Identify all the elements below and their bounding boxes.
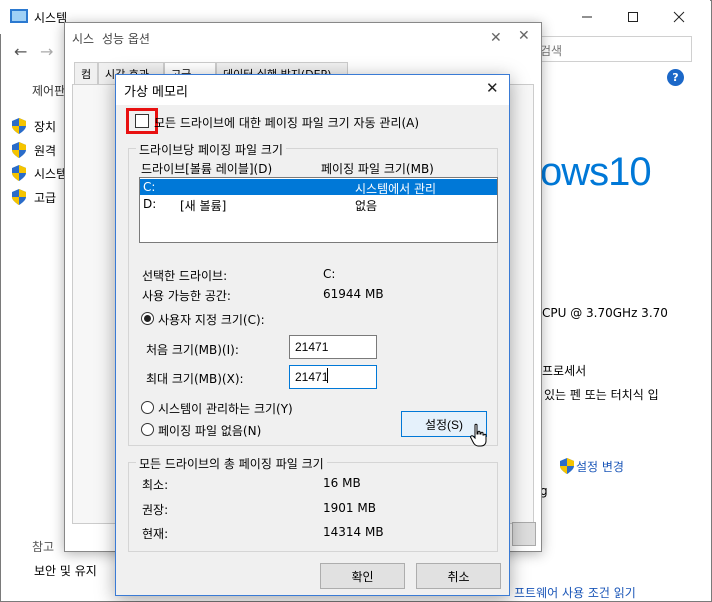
- system-properties-title: 시스: [72, 32, 95, 46]
- min-label: 최소:: [142, 478, 169, 492]
- drive-size: 시스템에서 관리: [355, 182, 437, 196]
- sidebar-item-remote[interactable]: 원격: [34, 142, 56, 159]
- sidebar-security-maintenance[interactable]: 보안 및 유지: [34, 562, 97, 579]
- size-column-header: 페이징 파일 크기(MB): [321, 162, 434, 176]
- system-managed-label: 시스템이 관리하는 크기(Y): [158, 402, 293, 416]
- minimize-icon: [582, 16, 592, 18]
- vm-dialog-title: 가상 메모리: [124, 85, 188, 100]
- minimize-button[interactable]: [564, 4, 610, 30]
- windows10-brand: ows10: [540, 150, 652, 194]
- list-item[interactable]: C: 시스템에서 관리: [140, 179, 497, 196]
- auto-manage-label: 모든 드라이브에 대한 페이징 파일 크기 자동 관리(A): [154, 116, 420, 130]
- license-terms-link[interactable]: 프트웨어 사용 조건 읽기: [514, 584, 636, 601]
- available-space-label: 사용 가능한 공간:: [142, 289, 231, 303]
- min-value: 16 MB: [323, 476, 361, 490]
- close-icon[interactable]: ✕: [490, 30, 502, 46]
- total-paging-group: [128, 462, 498, 552]
- help-icon[interactable]: ?: [667, 69, 684, 86]
- list-item[interactable]: D: [새 볼륨] 없음: [140, 196, 497, 213]
- shield-icon: [560, 458, 574, 474]
- no-paging-radio[interactable]: [141, 423, 154, 436]
- ok-button[interactable]: 확인: [320, 563, 405, 589]
- settings-change-link[interactable]: 설정 변경: [576, 458, 624, 475]
- sidebar-control-panel-home[interactable]: 제어판: [32, 82, 65, 99]
- see-also-label: 참고: [32, 540, 55, 554]
- initial-size-label: 처음 크기(MB)(I):: [146, 343, 239, 357]
- initial-size-input[interactable]: [289, 335, 377, 359]
- shield-icon: [12, 165, 26, 181]
- per-drive-group-title: 드라이브당 페이징 파일 크기: [136, 141, 286, 158]
- drive-label: [새 볼륨]: [180, 199, 227, 213]
- close-icon: [673, 11, 685, 23]
- selected-drive-value: C:: [323, 267, 336, 281]
- maximize-button[interactable]: [610, 4, 656, 30]
- current-label: 현재:: [142, 527, 169, 541]
- custom-size-radio[interactable]: [141, 312, 154, 325]
- recommended-value: 1901 MB: [323, 501, 376, 515]
- total-paging-group-title: 모든 드라이브의 총 페이징 파일 크기: [136, 455, 327, 472]
- back-arrow-icon[interactable]: ←: [14, 42, 27, 61]
- close-window-button[interactable]: [656, 4, 702, 30]
- hand-cursor-icon: [470, 423, 487, 447]
- monitor-icon: [10, 9, 28, 23]
- tab-computer[interactable]: 컴: [74, 62, 98, 84]
- max-size-input[interactable]: [289, 365, 377, 389]
- cancel-button[interactable]: 취소: [416, 563, 501, 589]
- drive-column-header: 드라이브[볼륨 레이블](D): [141, 162, 273, 176]
- forward-arrow-icon[interactable]: →: [40, 42, 53, 61]
- text-caret: [327, 368, 328, 383]
- recommended-label: 권장:: [142, 503, 169, 517]
- search-placeholder: 검색: [540, 44, 563, 58]
- sidebar-item-device[interactable]: 장치: [34, 118, 56, 135]
- pen-touch-info: 있는 펜 또는 터치식 입: [544, 388, 659, 402]
- close-icon[interactable]: ✕: [486, 79, 499, 97]
- shield-icon: [12, 142, 26, 158]
- maximize-icon: [628, 12, 638, 22]
- max-size-label: 최대 크기(MB)(X):: [146, 372, 244, 386]
- close-icon[interactable]: ✕: [518, 28, 530, 44]
- sidebar-item-advanced[interactable]: 고급: [34, 189, 56, 206]
- processor-info: 프로세서: [542, 364, 587, 378]
- perf-window-button[interactable]: [512, 522, 536, 546]
- custom-size-label: 사용자 지정 크기(C):: [158, 313, 265, 327]
- shield-icon: [12, 189, 26, 205]
- cpu-info: CPU @ 3.70GHz 3.70: [542, 306, 668, 320]
- shield-icon: [12, 118, 26, 134]
- current-value: 14314 MB: [323, 525, 384, 539]
- selected-drive-label: 선택한 드라이브:: [142, 269, 228, 283]
- drive-size: 없음: [355, 199, 378, 213]
- system-window-title: 시스템: [34, 11, 68, 25]
- system-managed-radio[interactable]: [141, 401, 154, 414]
- available-space-value: 61944 MB: [323, 287, 384, 301]
- performance-options-title: 성능 옵션: [102, 32, 150, 46]
- no-paging-label: 페이징 파일 없음(N): [158, 424, 262, 438]
- drive-letter: C:: [143, 180, 156, 194]
- sidebar-item-system[interactable]: 시스템: [34, 165, 67, 182]
- drive-letter: D:: [143, 197, 157, 211]
